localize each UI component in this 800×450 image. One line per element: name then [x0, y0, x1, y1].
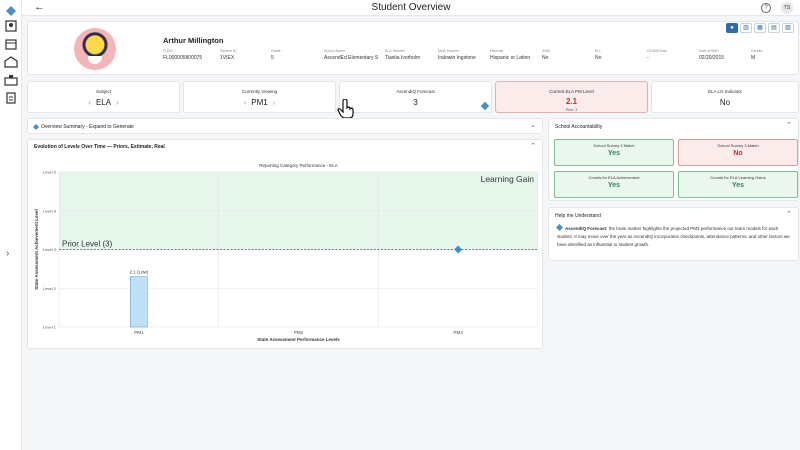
y-tick-label: Level 5	[43, 170, 57, 175]
top-bar: ← Student Overview ? TS	[22, 0, 800, 16]
forecast-card[interactable]: AscendIQ Forecast 3	[339, 81, 492, 113]
y-tick-label: Level 2	[43, 286, 57, 291]
help-icon[interactable]: ?	[761, 3, 771, 13]
currently-viewing-card: Currently Viewing ‹ PM1 ›	[183, 81, 336, 113]
user-avatar[interactable]: TS	[781, 2, 793, 14]
profile-field: Ethnicity Hispanic or Latino	[490, 49, 531, 61]
student-profile-card: Arthur Millington FLEID FL000005800075 St…	[27, 21, 799, 75]
card-label: AscendIQ Forecast	[396, 89, 435, 94]
help-title: Help me Understand	[555, 213, 601, 219]
brain-logo-icon[interactable]	[4, 5, 18, 17]
lg-indicator-card: ELA LG Indicator No	[651, 81, 799, 113]
profile-field: Gender M	[751, 49, 763, 61]
y-tick-label: Level 1	[43, 325, 57, 330]
students-icon[interactable]	[4, 20, 18, 32]
evolution-chart-panel: Evolution of Levels Over Time — Priors, …	[27, 139, 543, 349]
lg-indicator-value: No	[719, 98, 731, 107]
calendar-view-icon[interactable]: ▤	[768, 23, 780, 33]
accountability-item: School Survey 3 Match No	[678, 139, 798, 166]
prior-level-label: Prior Level (3)	[62, 240, 113, 249]
school-accountability-panel: School Accountability ⌃ School Survey 2 …	[548, 118, 799, 201]
subject-value: ELA	[95, 98, 112, 107]
card-label: ELA LG Indicator	[707, 89, 743, 94]
x-tick-label: PM1	[134, 330, 144, 335]
table-view-icon[interactable]: ▧	[782, 23, 794, 33]
x-axis-label: State Assessment Performance Levels	[257, 337, 340, 342]
calendar-icon[interactable]	[4, 38, 18, 50]
card-label: Subject	[95, 89, 111, 94]
x-tick-label: PM2	[294, 330, 304, 335]
y-tick-label: Level 3	[43, 247, 57, 252]
hand-cursor-icon	[337, 99, 354, 119]
student-avatar	[74, 28, 116, 70]
profile-field: Math Teacher Iralowin Ingstone	[438, 49, 476, 61]
reports-icon[interactable]	[4, 92, 18, 104]
profile-field: CE/505 Date -	[647, 49, 668, 61]
left-nav-rail: ›	[0, 0, 22, 450]
chevron-down-icon[interactable]: ⌄	[530, 121, 536, 129]
grid-view-icon[interactable]: ▦	[754, 23, 766, 33]
help-text: AscendIQ Forecast: the brain marker high…	[555, 223, 790, 249]
accountability-item: Counts for ELA Learning Gains Yes	[678, 171, 798, 198]
previous-chevron-icon[interactable]: ‹	[244, 100, 246, 107]
profile-field: Student ID 1VIEX	[220, 49, 237, 61]
profile-field: SWD No	[542, 49, 551, 61]
x-tick-label: PM3	[454, 330, 464, 335]
profile-field: FLEID FL000005800075	[163, 49, 203, 61]
prior-level-value: Prior: 3	[565, 108, 578, 112]
help-panel: Help me Understand ⌃ AscendIQ Forecast: …	[548, 207, 799, 261]
next-chevron-icon[interactable]: ›	[116, 100, 118, 107]
learning-gain-label: Learning Gain	[481, 174, 535, 184]
expand-rail-chevron-icon[interactable]: ›	[6, 248, 9, 259]
subject-selector-card: Subject ‹ ELA ›	[27, 81, 180, 113]
accountability-item: Counts for ELA Achievement Yes	[554, 171, 674, 198]
profile-field: ELL No	[595, 49, 602, 61]
previous-chevron-icon[interactable]: ‹	[89, 100, 91, 107]
y-tick-label: Level 4	[43, 208, 57, 213]
chart-title: Reporting Category Performance - ELA	[259, 163, 338, 168]
brain-marker-icon	[555, 223, 564, 232]
profile-field: School Name AscendEd Elementary S	[324, 49, 379, 61]
achievement-chart: Level 1 Level 2 Level 3 Level 4 Level 5 Prior…	[34, 163, 539, 342]
accountability-title: School Accountability	[555, 124, 603, 130]
overview-summary-panel[interactable]: Overview Summary - Expand to Generate ⌄	[27, 118, 543, 134]
view-toggle-group: ● ▥ ▦ ▤ ▧	[726, 23, 794, 33]
profile-field: Date of Birth 02/20/2015	[699, 49, 725, 61]
current-level-card: Current ELA PM Level 2.1 Prior: 3	[495, 81, 648, 113]
bar-data-label: 2.1 (Low)	[129, 270, 148, 275]
accountability-item: School Survey 2 Match Yes	[554, 139, 674, 166]
next-chevron-icon[interactable]: ›	[273, 100, 275, 107]
chevron-up-icon[interactable]: ⌃	[786, 121, 792, 129]
chart-view-icon[interactable]: ▥	[740, 23, 752, 33]
overview-summary-title: Overview Summary - Expand to Generate	[41, 124, 134, 130]
forecast-value: 3	[413, 98, 418, 107]
brain-marker-icon	[33, 124, 39, 130]
profile-field: ELA Teacher Tiastia Ivorholm	[385, 49, 421, 61]
district-icon[interactable]	[4, 74, 18, 86]
profile-field: Grade 5	[271, 49, 281, 61]
card-label: Current ELA PM Level	[549, 89, 594, 94]
pm1-bar	[130, 276, 148, 328]
person-view-icon[interactable]: ●	[726, 23, 738, 33]
viewing-value: PM1	[251, 98, 268, 107]
current-level-value: 2.1	[565, 97, 578, 106]
student-name: Arthur Millington	[163, 36, 224, 45]
page-title: Student Overview	[371, 2, 451, 13]
school-icon[interactable]	[4, 56, 18, 68]
chevron-up-icon[interactable]: ⌃	[786, 210, 792, 218]
y-axis-label: State Assessment Achievement Level	[34, 209, 39, 289]
card-label: Currently Viewing	[241, 89, 278, 94]
